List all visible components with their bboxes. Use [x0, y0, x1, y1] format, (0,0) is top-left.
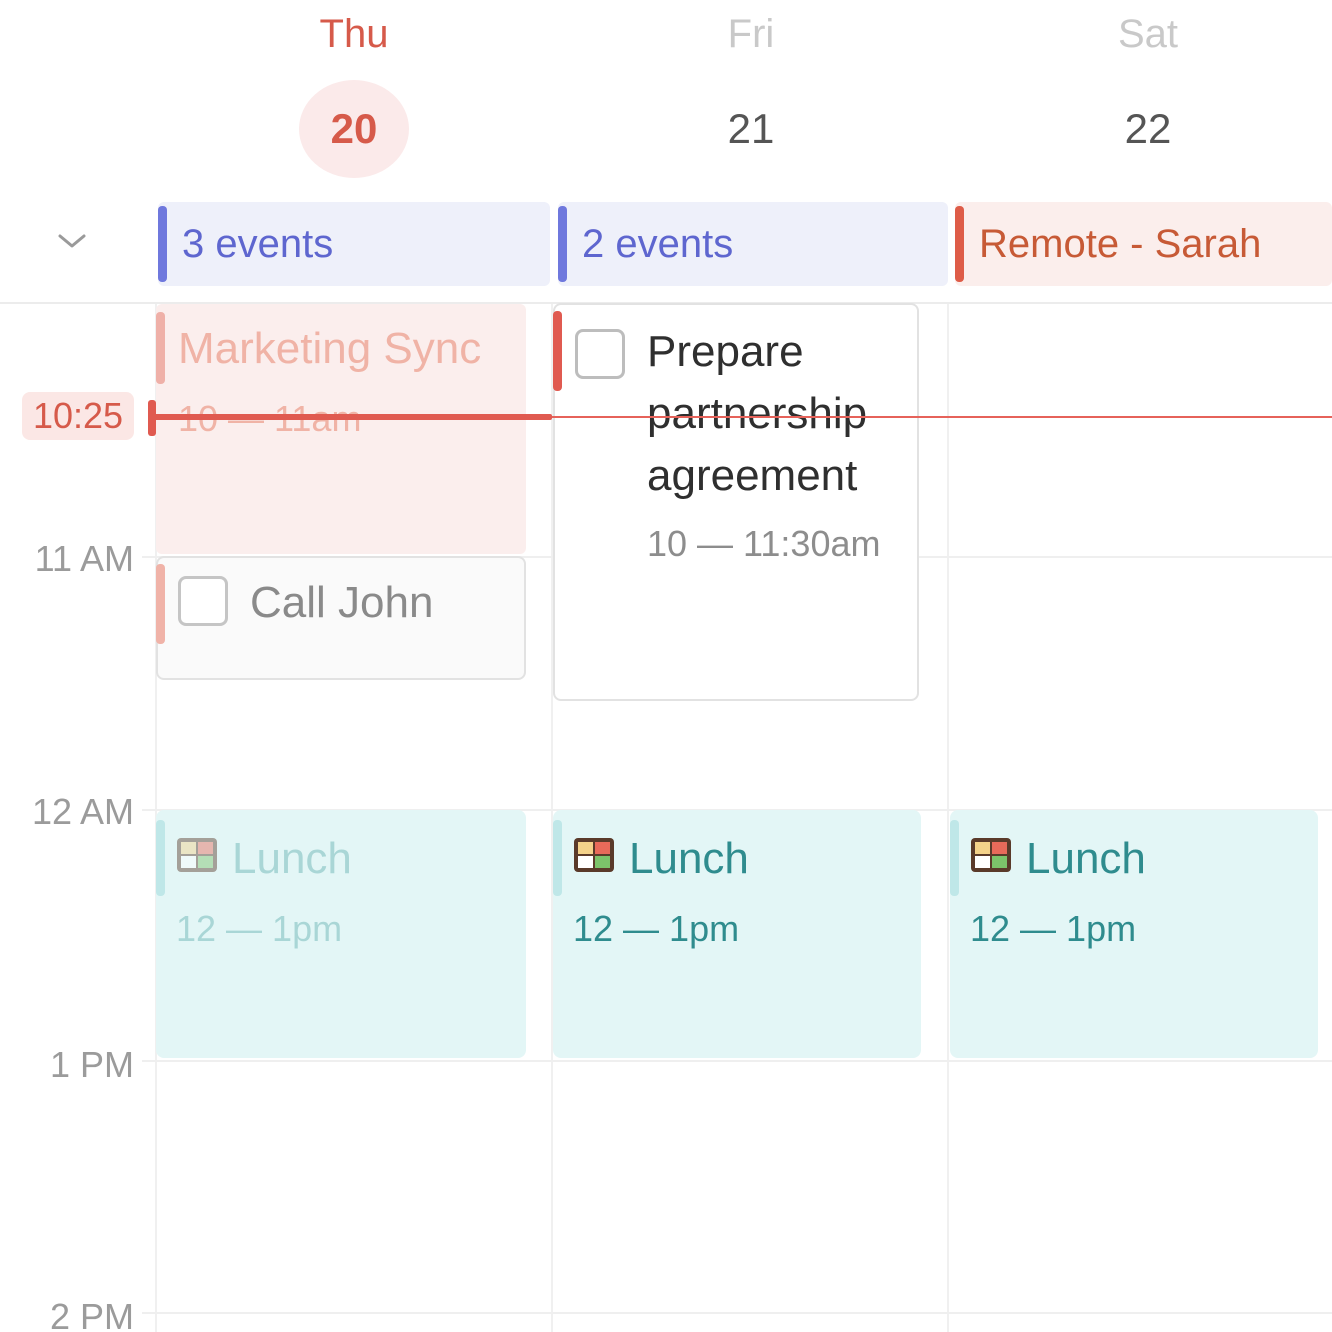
event-title: Lunch: [1026, 834, 1146, 883]
event-accent: [156, 312, 165, 384]
task-title: Prepare partnership agreement: [647, 327, 868, 500]
hour-line: [142, 1060, 1332, 1062]
allday-events-thu[interactable]: 3 events: [158, 202, 550, 286]
event-time: 12 — 1pm: [176, 908, 343, 949]
day-number-today[interactable]: 20: [299, 80, 409, 178]
day-number[interactable]: 22: [1093, 80, 1203, 178]
task-accent: [553, 311, 562, 391]
collapse-allday-button[interactable]: [50, 222, 94, 262]
event-accent: [950, 820, 959, 896]
hour-label: 11 AM: [34, 538, 134, 579]
event-time: 12 — 1pm: [573, 908, 740, 949]
hour-line: [142, 1312, 1332, 1314]
event-lunch-fri[interactable]: Lunch 12 — 1pm: [553, 810, 921, 1058]
task-accent: [156, 564, 165, 644]
day-name: Thu: [319, 12, 389, 56]
event-lunch-sat[interactable]: Lunch 12 — 1pm: [950, 810, 1318, 1058]
allday-event-remote[interactable]: Remote - Sarah: [955, 202, 1332, 286]
event-marketing-sync[interactable]: Marketing Sync 10 — 11am: [156, 304, 526, 554]
bento-box-icon: [574, 838, 614, 872]
event-accent: [553, 820, 562, 896]
current-time-line-today: [150, 414, 552, 420]
task-call-john[interactable]: Call John: [156, 556, 526, 680]
event-time: 12 — 1pm: [970, 908, 1137, 949]
current-time-marker: [148, 400, 156, 436]
task-time: 10 — 11:30am: [647, 523, 881, 564]
day-header-thu[interactable]: Thu 20: [156, 0, 552, 200]
task-checkbox[interactable]: [575, 329, 625, 379]
day-name: Fri: [727, 12, 775, 56]
bento-box-icon: [177, 838, 217, 872]
current-time-label: 10:25: [22, 392, 134, 440]
task-title: Call John: [250, 578, 434, 627]
allday-events-fri[interactable]: 2 events: [558, 202, 948, 286]
hour-label: 1 PM: [49, 1044, 134, 1085]
day-header-sat[interactable]: Sat 22: [950, 0, 1332, 200]
hour-label: 2 PM: [49, 1296, 134, 1332]
event-title: Marketing Sync: [178, 324, 482, 373]
day-header-fri[interactable]: Fri 21: [553, 0, 949, 200]
column-divider: [947, 304, 949, 1332]
event-title: Lunch: [629, 834, 749, 883]
task-checkbox[interactable]: [178, 576, 228, 626]
chevron-down-icon: [58, 234, 86, 248]
task-prepare-partnership[interactable]: Prepare partnership agreement 10 — 11:30…: [553, 303, 919, 701]
hour-label: 12 AM: [31, 791, 134, 832]
event-accent: [156, 820, 165, 896]
bento-box-icon: [971, 838, 1011, 872]
day-name: Sat: [1117, 12, 1179, 56]
event-title: Lunch: [232, 834, 352, 883]
event-lunch-thu[interactable]: Lunch 12 — 1pm: [156, 810, 526, 1058]
day-number[interactable]: 21: [696, 80, 806, 178]
